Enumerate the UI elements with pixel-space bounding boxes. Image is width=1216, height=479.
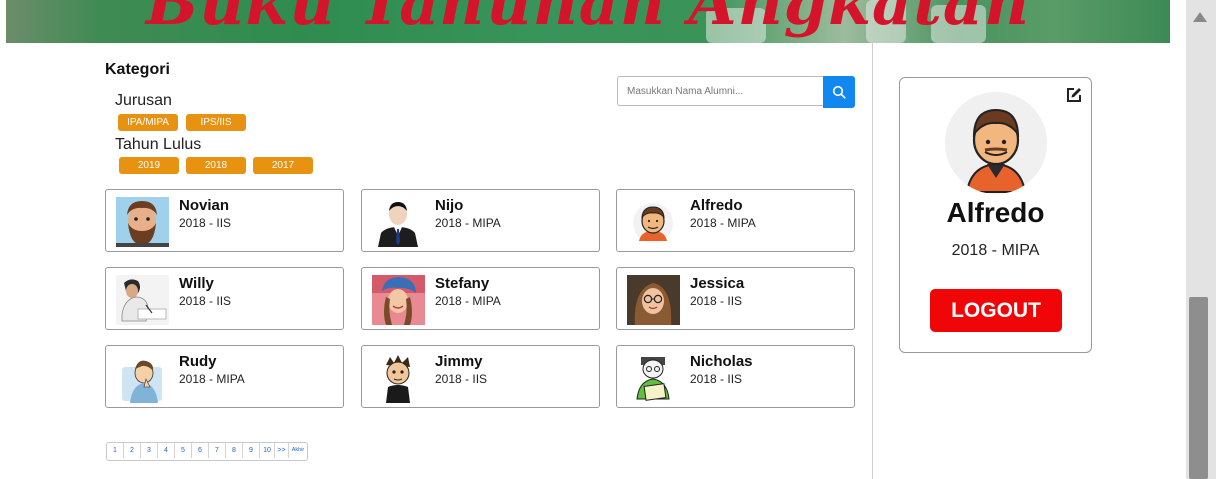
scroll-up-arrow-icon[interactable] [1193, 12, 1207, 22]
chip-jurusan-ips[interactable]: IPS/IIS [186, 114, 246, 131]
cartoon-thinker-avatar [116, 353, 169, 403]
search-icon [832, 85, 846, 99]
page-link-9[interactable]: 9 [243, 443, 260, 458]
alumni-name: Willy [179, 275, 214, 292]
alumni-name: Nicholas [690, 353, 753, 370]
alumni-card-alfredo[interactable]: Alfredo 2018 - MIPA [616, 189, 855, 252]
cartoon-man-avatar [627, 197, 680, 247]
alumni-meta: 2018 - IIS [690, 294, 743, 308]
page-link-last[interactable]: Akhir [289, 443, 307, 458]
student-writing-photo [116, 275, 169, 325]
profile-meta: 2018 - MIPA [951, 242, 1040, 259]
logout-button[interactable]: LOGOUT [930, 289, 1062, 332]
search-input[interactable] [617, 76, 823, 106]
profile-avatar [945, 92, 1047, 194]
page-link-2[interactable]: 2 [124, 443, 141, 458]
alumni-name: Alfredo [690, 197, 743, 214]
alumni-meta: 2018 - IIS [435, 372, 488, 386]
alumni-card-stefany[interactable]: Stefany 2018 - MIPA [361, 267, 600, 330]
alumni-name: Stefany [435, 275, 490, 292]
chip-tahun-2017[interactable]: 2017 [253, 157, 313, 174]
alumni-meta: 2018 - MIPA [435, 216, 501, 230]
cartoon-boy-avatar [372, 353, 425, 403]
jurusan-label: Jurusan [115, 92, 172, 109]
edit-icon[interactable] [1065, 86, 1083, 104]
tahun-lulus-label: Tahun Lulus [115, 136, 202, 153]
alumni-card-willy[interactable]: Willy 2018 - IIS [105, 267, 344, 330]
column-divider [872, 43, 873, 479]
page-link-8[interactable]: 8 [226, 443, 243, 458]
alumni-meta: 2018 - IIS [179, 294, 232, 308]
page-link-4[interactable]: 4 [158, 443, 175, 458]
search-button[interactable] [823, 76, 855, 108]
chip-tahun-2019[interactable]: 2019 [119, 157, 179, 174]
chip-jurusan-ipa[interactable]: IPA/MIPA [118, 114, 178, 131]
profile-name: Alfredo [946, 197, 1045, 228]
chip-tahun-2018[interactable]: 2018 [186, 157, 246, 174]
alumni-meta: 2018 - IIS [179, 216, 232, 230]
alumni-card-novian[interactable]: Novian 2018 - IIS [105, 189, 344, 252]
kategori-heading: Kategori [105, 61, 170, 78]
page-link-1[interactable]: 1 [107, 443, 124, 458]
alumni-name: Nijo [435, 197, 464, 214]
alumni-meta: 2018 - MIPA [690, 216, 756, 230]
page-link-next[interactable]: >> [275, 443, 289, 458]
businessman-avatar [372, 197, 425, 247]
header-banner: Buku Tahunan Angkatan [6, 0, 1170, 43]
alumni-card-nijo[interactable]: Nijo 2018 - MIPA [361, 189, 600, 252]
page-link-5[interactable]: 5 [175, 443, 192, 458]
alumni-card-rudy[interactable]: Rudy 2018 - MIPA [105, 345, 344, 408]
scrollbar-thumb[interactable] [1189, 297, 1208, 479]
page-link-3[interactable]: 3 [141, 443, 158, 458]
alumni-name: Novian [179, 197, 230, 214]
alumni-name: Jimmy [435, 353, 483, 370]
alumni-name: Jessica [690, 275, 745, 292]
pagination: 1 2 3 4 5 6 7 8 9 10 >> Akhir [106, 442, 308, 461]
alumni-name: Rudy [179, 353, 217, 370]
banner-title: Buku Tahunan Angkatan [146, 0, 1031, 39]
cartoon-reader-avatar [627, 353, 680, 403]
page-link-10[interactable]: 10 [260, 443, 275, 458]
alumni-meta: 2018 - MIPA [435, 294, 501, 308]
bearded-man-avatar [116, 197, 169, 247]
page-link-6[interactable]: 6 [192, 443, 209, 458]
alumni-meta: 2018 - IIS [690, 372, 743, 386]
alumni-card-nicholas[interactable]: Nicholas 2018 - IIS [616, 345, 855, 408]
woman-glasses-photo [627, 275, 680, 325]
alumni-meta: 2018 - MIPA [179, 372, 245, 386]
alumni-card-jessica[interactable]: Jessica 2018 - IIS [616, 267, 855, 330]
page-link-7[interactable]: 7 [209, 443, 226, 458]
woman-beanie-photo [372, 275, 425, 325]
alumni-card-jimmy[interactable]: Jimmy 2018 - IIS [361, 345, 600, 408]
